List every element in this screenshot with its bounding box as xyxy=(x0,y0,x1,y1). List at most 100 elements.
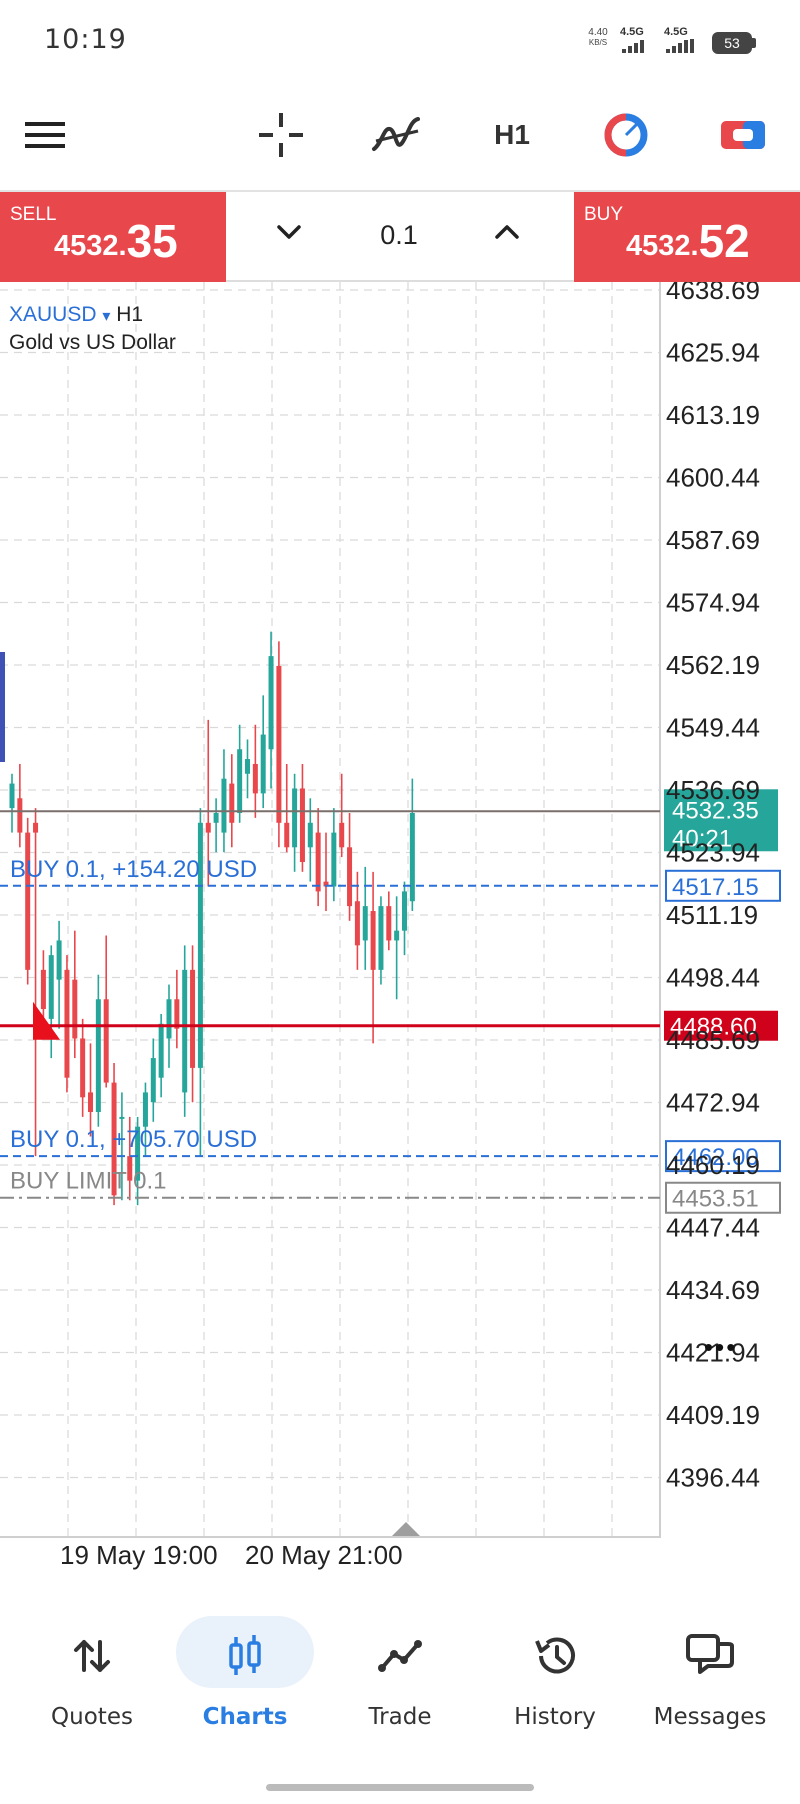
candle-body xyxy=(166,999,172,1039)
candle-body xyxy=(292,788,298,848)
sell-price-small: 4532. xyxy=(54,230,127,262)
signal-2: 4.5G xyxy=(664,26,704,54)
candle-body xyxy=(88,1092,93,1113)
buy-button[interactable]: BUY 4532.52 xyxy=(574,192,800,282)
candle-body xyxy=(237,749,243,813)
bullish-candle xyxy=(150,1038,156,1122)
price-tick-label: 4549.44 xyxy=(666,713,760,743)
bullish-candle xyxy=(213,798,219,853)
candle-body xyxy=(80,1038,86,1098)
nav-messages[interactable]: Messages xyxy=(640,1626,780,1746)
bullish-candle xyxy=(409,778,415,912)
more-menu-icon[interactable]: ••• xyxy=(704,1332,737,1363)
time-axis: 19 May 19:00 20 May 21:00 xyxy=(0,1538,800,1598)
price-chart[interactable]: 4532.35 40:21 BUY 0.1, +154.20 USD 4517.15 4… xyxy=(0,275,800,1538)
symbol-dropdown-icon[interactable]: ▾ xyxy=(102,308,110,325)
bearish-candle xyxy=(252,724,258,818)
battery-tip xyxy=(752,38,756,48)
bullish-candle xyxy=(292,773,298,872)
bearish-candle xyxy=(370,871,376,1044)
signal-1: 4.5G xyxy=(620,26,656,54)
buy-limit-price-label: 4453.51 xyxy=(672,1186,759,1213)
home-indicator[interactable] xyxy=(266,1784,534,1791)
bearish-candle xyxy=(88,1043,93,1137)
nav-label: History xyxy=(514,1704,596,1730)
chart-grid xyxy=(0,282,661,1538)
candle-body xyxy=(394,930,400,941)
bearish-candle xyxy=(64,955,70,1093)
buy-order-2-label: BUY 0.1, +705.70 USD xyxy=(10,1126,257,1153)
price-tick-label: 4485.69 xyxy=(666,1025,760,1055)
one-click-trade-panel: SELL 4532.35 0.1 BUY 4532.52 xyxy=(0,192,800,282)
chart-toolbar: H1 xyxy=(0,80,800,192)
bearish-candle xyxy=(25,817,31,985)
candle-body xyxy=(409,812,415,902)
candle-body xyxy=(252,763,258,794)
candle-body xyxy=(158,1023,164,1078)
one-click-trading-icon[interactable] xyxy=(716,100,770,170)
nav-charts[interactable]: Charts xyxy=(175,1626,315,1746)
bearish-candle xyxy=(174,969,180,1049)
menu-icon[interactable] xyxy=(20,100,70,170)
candle-body xyxy=(95,999,101,1113)
candle-body xyxy=(9,783,15,809)
sell-button[interactable]: SELL 4532.35 xyxy=(0,192,226,282)
bearish-candle xyxy=(229,754,235,848)
symbol-description: Gold vs US Dollar xyxy=(9,331,176,354)
price-tick-label: 4625.94 xyxy=(666,338,760,368)
price-tick-label: 4472.94 xyxy=(666,1088,760,1118)
time-label: 20 May 21:00 xyxy=(245,1540,403,1570)
signal-bars-icon xyxy=(622,40,644,53)
bearish-candle xyxy=(72,930,78,1059)
volume-decrease-button[interactable] xyxy=(274,222,314,252)
chart-color-icon[interactable] xyxy=(600,100,652,170)
volume-increase-button[interactable] xyxy=(492,222,532,252)
nav-trade[interactable]: Trade xyxy=(330,1626,470,1746)
symbol-name[interactable]: XAUUSD xyxy=(9,303,97,326)
volume-field[interactable]: 0.1 xyxy=(364,220,434,251)
candle-body xyxy=(182,969,188,1093)
chevron-down-icon xyxy=(277,225,301,239)
candle-body xyxy=(378,906,384,970)
nav-label: Charts xyxy=(202,1704,288,1730)
nav-history[interactable]: History xyxy=(485,1626,625,1746)
price-tick-label: 4600.44 xyxy=(666,463,760,493)
price-tick-label: 4498.44 xyxy=(666,963,760,993)
candle-body xyxy=(354,901,360,946)
price-tick-label: 4587.69 xyxy=(666,525,760,555)
chevron-up-icon xyxy=(495,225,519,239)
alert-arrow-icon xyxy=(33,1001,60,1040)
net-speed-unit: KB/S xyxy=(588,38,608,47)
bearish-candle xyxy=(315,808,321,907)
bullish-candle xyxy=(402,881,407,956)
battery-icon: 53 xyxy=(712,32,752,54)
candle-body xyxy=(48,955,54,1019)
price-tick-label: 4638.69 xyxy=(666,282,760,305)
bullish-candle xyxy=(182,945,188,1117)
symbol-info: XAUUSD ▾ H1 Gold vs US Dollar xyxy=(9,302,176,356)
candle-body xyxy=(276,665,282,823)
candle-body xyxy=(307,822,313,848)
candle-body xyxy=(25,832,31,970)
battery-level: 53 xyxy=(724,35,740,51)
bullish-candle xyxy=(56,920,62,1029)
nav-label: Messages xyxy=(653,1704,767,1730)
timeframe-button[interactable]: H1 xyxy=(484,100,540,170)
candle-body xyxy=(64,969,70,1078)
bearish-candle xyxy=(299,763,305,872)
bearish-candle xyxy=(386,891,392,951)
crosshair-icon[interactable] xyxy=(254,100,308,170)
price-tick-label: 4434.69 xyxy=(666,1275,760,1305)
indicators-icon[interactable] xyxy=(368,100,424,170)
sell-label: SELL xyxy=(10,204,57,225)
sell-price: 4532.35 xyxy=(54,214,178,268)
bullish-candle xyxy=(394,896,400,1000)
bearish-candle xyxy=(323,832,329,912)
candle-body xyxy=(150,1058,156,1103)
bullish-candle xyxy=(268,631,274,789)
candle-body xyxy=(284,822,290,848)
candle-body xyxy=(362,906,368,941)
nav-quotes[interactable]: Quotes xyxy=(22,1626,162,1746)
chart-canvas[interactable]: 4532.3540:21BUY 0.1, +154.20 USD4517.154… xyxy=(0,275,800,1538)
candle-body xyxy=(260,734,266,794)
